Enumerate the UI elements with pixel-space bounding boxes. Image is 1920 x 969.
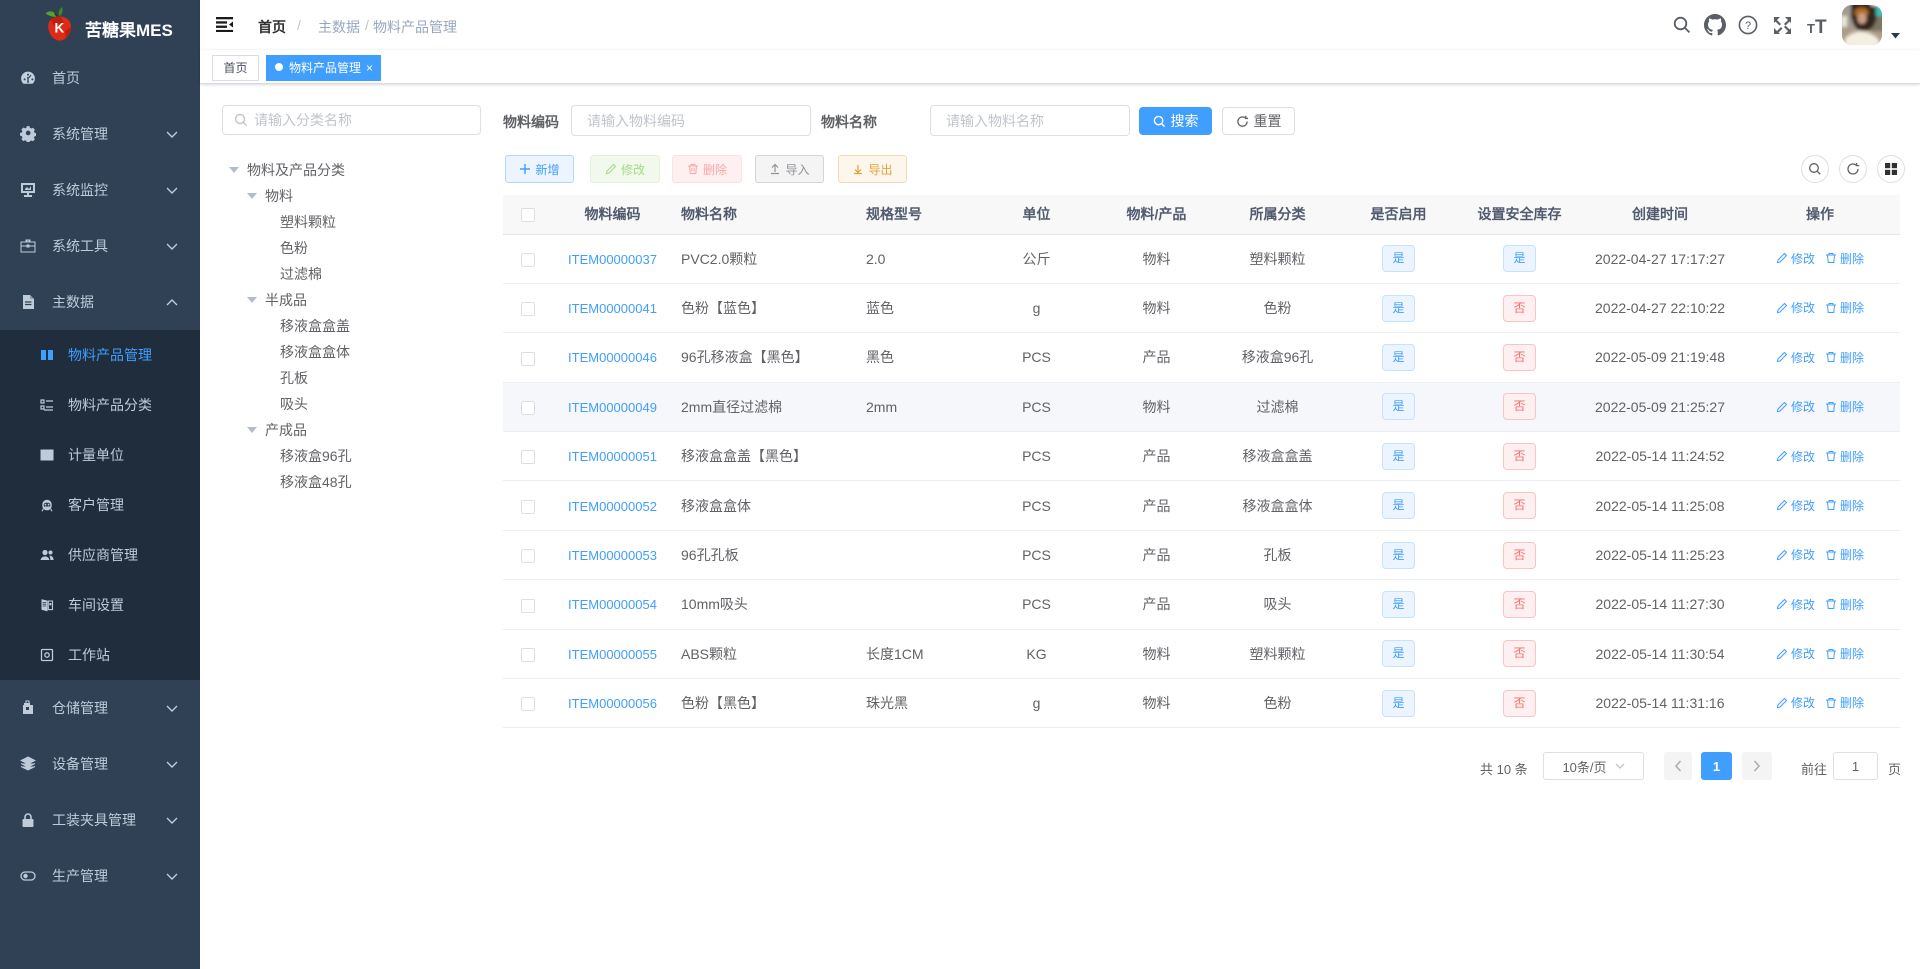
svg-text:K: K — [55, 21, 65, 36]
svg-text:?: ? — [1745, 20, 1751, 32]
svg-text:T: T — [1807, 21, 1815, 34]
svg-text:T: T — [1815, 17, 1827, 34]
